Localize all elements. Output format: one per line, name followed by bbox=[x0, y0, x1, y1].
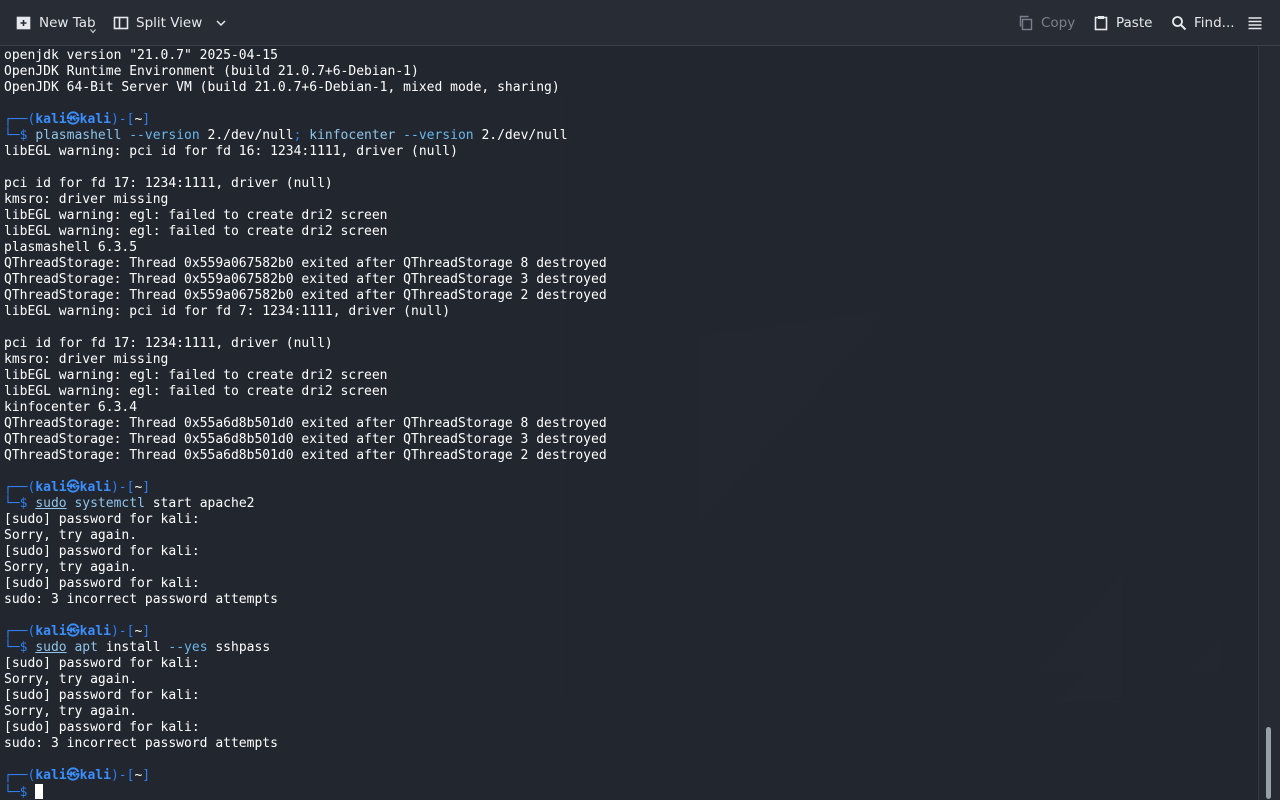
output-line: libEGL warning: egl: failed to create dr… bbox=[4, 384, 388, 399]
output-line: [sudo] password for kali: bbox=[4, 576, 200, 591]
output-line: libEGL warning: egl: failed to create dr… bbox=[4, 224, 388, 239]
split-view-icon bbox=[113, 15, 129, 31]
output-line: [sudo] password for kali: bbox=[4, 512, 200, 527]
output-line: QThreadStorage: Thread 0x559a067582b0 ex… bbox=[4, 288, 607, 303]
command-line: └─$ sudo systemctl start apache2 bbox=[4, 496, 255, 511]
prompt-line: ┌──(kali㉿kali)-[~] bbox=[4, 112, 151, 127]
output-line: QThreadStorage: Thread 0x559a067582b0 ex… bbox=[4, 272, 607, 287]
new-tab-label: New Tab bbox=[39, 14, 96, 31]
copy-icon bbox=[1018, 15, 1034, 31]
output-line: libEGL warning: pci id for fd 16: 1234:1… bbox=[4, 144, 458, 159]
output-line: QThreadStorage: Thread 0x55a6d8b501d0 ex… bbox=[4, 448, 607, 463]
hamburger-menu-icon bbox=[1247, 15, 1263, 31]
terminal-toolbar: New Tab Split View Copy Paste Find... bbox=[0, 0, 1280, 46]
input-line[interactable]: └─$ bbox=[4, 784, 44, 800]
command-line: └─$ sudo apt install --yes sshpass bbox=[4, 640, 271, 655]
copy-button[interactable]: Copy bbox=[1018, 0, 1075, 45]
output-line: QThreadStorage: Thread 0x55a6d8b501d0 ex… bbox=[4, 432, 607, 447]
output-line: kmsro: driver missing bbox=[4, 192, 169, 207]
output-line: libEGL warning: pci id for fd 7: 1234:11… bbox=[4, 304, 451, 319]
output-line: pci id for fd 17: 1234:1111, driver (nul… bbox=[4, 336, 333, 351]
output-line: libEGL warning: egl: failed to create dr… bbox=[4, 368, 388, 383]
split-view-label: Split View bbox=[136, 14, 203, 31]
text-cursor bbox=[35, 784, 44, 799]
scrollbar-track[interactable] bbox=[1258, 46, 1280, 800]
terminal-output[interactable]: openjdk version "21.0.7" 2025-04-15 Open… bbox=[0, 46, 1258, 800]
chevron-down-icon bbox=[215, 17, 227, 29]
output-line: kmsro: driver missing bbox=[4, 352, 169, 367]
output-line: sudo: 3 incorrect password attempts bbox=[4, 736, 278, 751]
hamburger-menu-button[interactable] bbox=[1247, 0, 1263, 45]
new-tab-button[interactable]: New Tab bbox=[16, 0, 96, 45]
prompt-line: ┌──(kali㉿kali)-[~] bbox=[4, 624, 151, 639]
output-line: OpenJDK 64-Bit Server VM (build 21.0.7+6… bbox=[4, 80, 560, 95]
output-line: sudo: 3 incorrect password attempts bbox=[4, 592, 278, 607]
output-line: [sudo] password for kali: bbox=[4, 544, 200, 559]
output-line: [sudo] password for kali: bbox=[4, 720, 200, 735]
command-line: └─$ plasmashell --version 2./dev/null; k… bbox=[4, 128, 568, 143]
output-line: plasmashell 6.3.5 bbox=[4, 240, 138, 255]
copy-label: Copy bbox=[1041, 14, 1076, 31]
output-line: openjdk version "21.0.7" 2025-04-15 bbox=[4, 48, 278, 63]
paste-label: Paste bbox=[1116, 14, 1153, 31]
new-tab-icon bbox=[16, 15, 32, 31]
output-line: [sudo] password for kali: bbox=[4, 656, 200, 671]
output-line: kinfocenter 6.3.4 bbox=[4, 400, 138, 415]
split-view-button[interactable]: Split View bbox=[113, 0, 227, 45]
output-line: QThreadStorage: Thread 0x559a067582b0 ex… bbox=[4, 256, 607, 271]
find-label: Find... bbox=[1194, 14, 1235, 31]
find-button[interactable]: Find... bbox=[1171, 0, 1235, 45]
output-line: Sorry, try again. bbox=[4, 560, 138, 575]
search-icon bbox=[1171, 15, 1187, 31]
output-line: libEGL warning: egl: failed to create dr… bbox=[4, 208, 388, 223]
new-tab-dropdown-icon[interactable] bbox=[90, 28, 96, 34]
prompt-line: ┌──(kali㉿kali)-[~] bbox=[4, 768, 151, 783]
paste-button[interactable]: Paste bbox=[1093, 0, 1152, 45]
output-line: pci id for fd 17: 1234:1111, driver (nul… bbox=[4, 176, 333, 191]
scrollbar-thumb[interactable] bbox=[1266, 727, 1271, 799]
output-line: [sudo] password for kali: bbox=[4, 688, 200, 703]
output-line: OpenJDK Runtime Environment (build 21.0.… bbox=[4, 64, 419, 79]
output-line: Sorry, try again. bbox=[4, 672, 138, 687]
paste-icon bbox=[1093, 15, 1109, 31]
prompt-line: ┌──(kali㉿kali)-[~] bbox=[4, 480, 151, 495]
output-line: QThreadStorage: Thread 0x55a6d8b501d0 ex… bbox=[4, 416, 607, 431]
output-line: Sorry, try again. bbox=[4, 704, 138, 719]
output-line: Sorry, try again. bbox=[4, 528, 138, 543]
